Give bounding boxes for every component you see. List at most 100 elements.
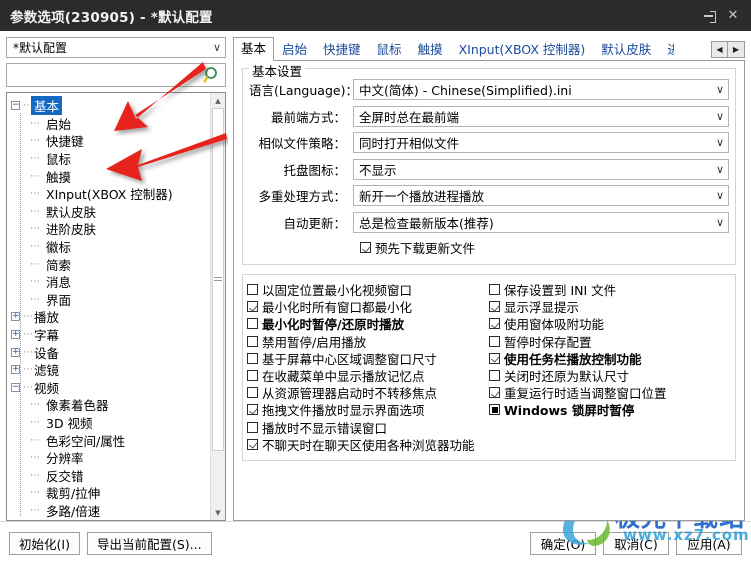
tree-item[interactable]: ⋯ XInput(XBOX 控制器) xyxy=(11,185,210,203)
setting-dropdown[interactable]: 全屏时总在最前端 ∨ xyxy=(353,105,729,127)
tree-item[interactable]: − ⋯ 基本 xyxy=(11,96,210,116)
tree-item[interactable]: ⋯ 界面 xyxy=(11,291,210,309)
close-icon[interactable]: ✕ xyxy=(721,5,745,27)
option-checkbox[interactable] xyxy=(247,352,258,364)
option-row[interactable]: 暂停时保存配置 xyxy=(489,333,731,350)
option-row[interactable]: Windows 锁屏时暂停 xyxy=(489,401,731,418)
tree-item[interactable]: ⋯ 反交错 xyxy=(11,466,210,484)
tab-nav-buttons[interactable]: ◀ ▶ xyxy=(711,41,745,58)
option-checkbox[interactable] xyxy=(247,421,258,433)
tree-item[interactable]: + ⋯ 设备 xyxy=(11,343,210,361)
option-checkbox[interactable] xyxy=(247,404,258,416)
expand-icon[interactable]: + xyxy=(11,312,20,322)
option-checkbox[interactable] xyxy=(489,352,500,364)
tab-0[interactable]: 基本 xyxy=(233,37,275,61)
setting-dropdown[interactable]: 新开一个播放进程播放 ∨ xyxy=(353,185,729,206)
tree-item[interactable]: ⋯ 多路/倍速 xyxy=(11,502,210,520)
ok-button[interactable]: 确定(O) xyxy=(530,531,596,555)
option-row[interactable]: 最小化时所有窗口都最小化 xyxy=(247,298,489,315)
setting-dropdown[interactable]: 不显示 ∨ xyxy=(353,158,729,180)
option-checkbox[interactable] xyxy=(489,301,500,313)
option-checkbox[interactable] xyxy=(247,318,258,330)
option-row[interactable]: 播放时不显示错误窗口 xyxy=(247,419,489,436)
option-checkbox[interactable] xyxy=(247,387,258,399)
option-checkbox[interactable] xyxy=(247,284,258,296)
tree-item[interactable]: ⋯ 快捷键 xyxy=(11,132,210,150)
initialize-button[interactable]: 初始化(I) xyxy=(9,531,80,555)
tab-1[interactable]: 启始 xyxy=(274,38,315,61)
setting-dropdown[interactable]: 中文(简体) - Chinese(Simplified).ini ∨ xyxy=(353,79,729,100)
option-checkbox[interactable] xyxy=(489,318,500,330)
tree-item[interactable]: ⋯ 像素着色器 xyxy=(11,396,210,414)
option-checkbox[interactable] xyxy=(247,301,258,313)
cancel-button[interactable]: 取消(C) xyxy=(603,531,669,555)
collapse-icon[interactable]: − xyxy=(11,382,20,392)
option-row[interactable]: 使用窗体吸附功能 xyxy=(489,315,731,332)
option-checkbox[interactable] xyxy=(247,335,258,347)
tree-scrollbar[interactable]: ▲ ▼ xyxy=(210,93,225,520)
tree-item[interactable]: ⋯ 3D 视频 xyxy=(11,414,210,432)
tree-item[interactable]: ⋯ 裁剪/拉伸 xyxy=(11,484,210,502)
expand-icon[interactable]: + xyxy=(11,347,20,357)
expand-icon[interactable]: + xyxy=(11,330,20,340)
search-icon[interactable] xyxy=(203,66,221,84)
option-checkbox[interactable] xyxy=(247,370,258,382)
option-checkbox[interactable] xyxy=(247,438,258,450)
settings-tree[interactable]: − ⋯ 基本 ⋯ 启始 ⋯ 快捷键 ⋯ 鼠标 ⋯ 触摸 ⋯ XInput(XBOX 控制器) ⋯ 默认皮肤 ⋯… xyxy=(6,92,226,521)
option-row[interactable]: 拖拽文件播放时显示界面选项 xyxy=(247,401,489,418)
option-checkbox[interactable] xyxy=(489,370,500,382)
tree-item[interactable]: ⋯ 分辨率 xyxy=(11,449,210,467)
option-row[interactable]: 在收藏菜单中显示播放记忆点 xyxy=(247,367,489,384)
option-checkbox[interactable] xyxy=(489,404,500,416)
tree-item[interactable]: ⋯ 启始 xyxy=(11,115,210,133)
setting-dropdown[interactable]: 总是检查最新版本(推荐) ∨ xyxy=(353,211,729,233)
tab-nav-prev[interactable]: ◀ xyxy=(711,41,728,58)
option-row[interactable]: 最小化时暂停/还原时播放 xyxy=(247,315,489,332)
tab-3[interactable]: 鼠标 xyxy=(369,38,410,61)
option-row[interactable]: 禁用暂停/启用播放 xyxy=(247,333,489,350)
collapse-icon[interactable]: − xyxy=(11,101,20,111)
option-checkbox[interactable] xyxy=(489,387,500,399)
tab-2[interactable]: 快捷键 xyxy=(315,38,369,61)
tree-item[interactable]: − ⋯ 视频 xyxy=(11,379,210,397)
scroll-up-button[interactable]: ▲ xyxy=(211,93,225,108)
tree-item[interactable]: + ⋯ 字幕 xyxy=(11,326,210,344)
option-row[interactable]: 基于屏幕中心区域调整窗口尺寸 xyxy=(247,350,489,367)
profile-combobox[interactable]: *默认配置 ∨ xyxy=(6,37,226,58)
scroll-down-button[interactable]: ▼ xyxy=(211,505,225,520)
tree-item[interactable]: + ⋯ 滤镜 xyxy=(11,361,210,379)
search-input[interactable] xyxy=(13,67,203,83)
tree-item[interactable]: ⋯ 触摸 xyxy=(11,167,210,185)
option-checkbox[interactable] xyxy=(489,335,500,347)
option-row[interactable]: 重复运行时适当调整窗口位置 xyxy=(489,384,731,401)
option-row[interactable]: 使用任务栏播放控制功能 xyxy=(489,350,731,367)
option-checkbox[interactable] xyxy=(489,284,500,296)
option-row[interactable]: 保存设置到 INI 文件 xyxy=(489,281,731,298)
search-box[interactable] xyxy=(6,63,226,87)
tree-item[interactable]: ⋯ 默认皮肤 xyxy=(11,203,210,221)
pin-icon[interactable] xyxy=(697,5,721,27)
scrollbar-thumb[interactable] xyxy=(212,108,224,451)
option-row[interactable]: 以固定位置最小化视频窗口 xyxy=(247,281,489,298)
apply-button[interactable]: 应用(A) xyxy=(676,531,742,555)
tab-5[interactable]: XInput(XBOX 控制器) xyxy=(451,38,594,61)
option-row[interactable]: 显示浮显提示 xyxy=(489,298,731,315)
prefetch-update-checkbox[interactable] xyxy=(360,242,371,253)
tree-item[interactable]: ⋯ 消息 xyxy=(11,273,210,291)
tree-item[interactable]: ⋯ 色彩空间/属性 xyxy=(11,431,210,449)
tab-4[interactable]: 触摸 xyxy=(410,38,451,61)
tab-nav-next[interactable]: ▶ xyxy=(728,41,745,58)
tab-6[interactable]: 默认皮肤 xyxy=(593,38,659,61)
tree-item[interactable]: + ⋯ 播放 xyxy=(11,308,210,326)
tree-item[interactable]: ⋯ 徽标 xyxy=(11,238,210,256)
option-row[interactable]: 不聊天时在聊天区使用各种浏览器功能 xyxy=(247,436,489,453)
export-config-button[interactable]: 导出当前配置(S)... xyxy=(86,531,212,555)
option-row[interactable]: 关闭时还原为默认尺寸 xyxy=(489,367,731,384)
option-row[interactable]: 从资源管理器启动时不转移焦点 xyxy=(247,384,489,401)
setting-dropdown[interactable]: 同时打开相似文件 ∨ xyxy=(353,132,729,153)
tree-item[interactable]: ⋯ 鼠标 xyxy=(11,150,210,168)
expand-icon[interactable]: + xyxy=(11,365,20,375)
tab-7[interactable]: 进 xyxy=(659,38,675,61)
tree-item[interactable]: ⋯ 进阶皮肤 xyxy=(11,220,210,238)
prefetch-update-row[interactable]: 预先下载更新文件 xyxy=(249,238,729,257)
